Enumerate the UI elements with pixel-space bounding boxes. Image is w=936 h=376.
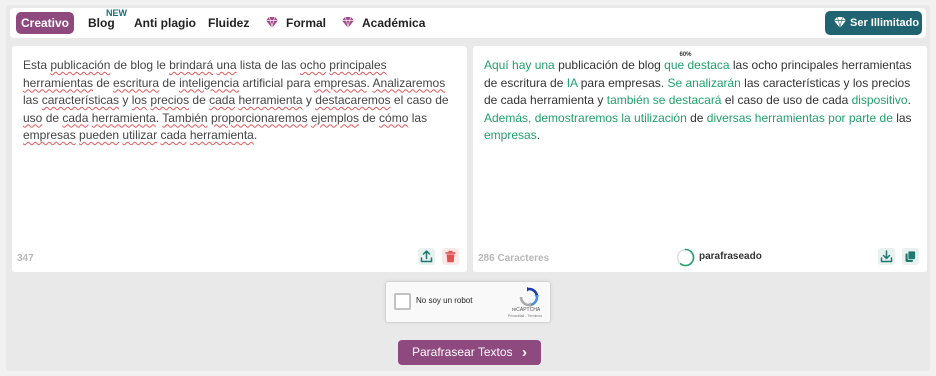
upload-icon [420, 250, 433, 263]
changed-phrase[interactable]: IA [567, 76, 578, 90]
text-segment: lista de las [236, 58, 300, 72]
flagged-word: herramienta [238, 93, 303, 107]
new-badge: NEW [106, 8, 127, 18]
diamond-icon [266, 17, 278, 28]
flagged-word: destacaremos [315, 93, 391, 107]
flagged-word: publicación [50, 58, 111, 72]
text-segment: de [93, 75, 114, 90]
flagged-word: brindará [169, 58, 214, 72]
mode-formal[interactable]: Formal [286, 12, 326, 34]
text-segment: las [408, 110, 428, 125]
paraphrase-button[interactable]: Parafrasear Textos › [398, 340, 541, 365]
changed-phrase[interactable]: Aquí hay una [484, 58, 555, 72]
progress-ring [676, 248, 695, 267]
flagged-word: escritura [113, 75, 160, 90]
changed-phrase[interactable]: Además, demostraremos la utilización [484, 111, 687, 125]
flagged-word: cada [160, 128, 187, 142]
flagged-word: inteligencia [179, 75, 240, 90]
copy-button[interactable] [902, 248, 919, 265]
input-char-count: 347 [17, 253, 34, 264]
flagged-word: proporcionaremos [210, 110, 308, 125]
flagged-word: cada [62, 110, 89, 125]
recaptcha-logo-icon [519, 287, 539, 307]
captcha-label: No soy un robot [416, 296, 473, 305]
text-segment: de [42, 110, 63, 125]
flagged-word: utilizar [122, 128, 158, 142]
text-segment: y [302, 93, 316, 107]
flagged-word: cómo [379, 110, 409, 125]
input-panel: Esta publicación de blog le brindará una… [12, 46, 467, 272]
text-segment: artificial para [239, 75, 314, 90]
flagged-word: una [216, 58, 237, 72]
flagged-word: los [131, 93, 148, 107]
flagged-word: ocho [299, 58, 326, 72]
changed-phrase[interactable]: diversas herramientas por parte de [707, 111, 893, 125]
flagged-word: empresas [23, 128, 76, 142]
text-segment: las [892, 110, 912, 125]
text-segment: el caso de [390, 93, 449, 107]
flagged-word: uso [23, 110, 43, 125]
mode-fluidez[interactable]: Fluidez [208, 12, 249, 34]
flagged-word: características [41, 93, 120, 107]
text-segment: Esta [23, 58, 51, 72]
flagged-word: empresas [313, 75, 367, 90]
input-text-area[interactable]: Esta publicación de blog le brindará una… [23, 57, 455, 145]
upload-button[interactable] [418, 248, 435, 265]
premium-label: Ser Illimitado [850, 17, 920, 29]
text-segment: de blog le [110, 58, 170, 72]
changed-phrase[interactable]: que destaca [664, 58, 729, 72]
diamond-icon [834, 17, 846, 28]
mode-academica[interactable]: Académica [362, 12, 425, 34]
mode-bar: Creativo Blog NEW Anti plagio Fluidez Fo… [10, 8, 926, 38]
text-segment: publicación de blog [554, 58, 665, 72]
flagged-word: Analizaremos [372, 75, 446, 90]
text-segment: las [23, 93, 42, 107]
text-segment: de [159, 75, 180, 90]
captcha-terms[interactable]: Privacidad - Términos [499, 314, 551, 318]
output-char-count: 286 Caracteres [478, 253, 550, 264]
changed-phrase[interactable]: empresas [484, 128, 537, 142]
diamond-icon [342, 17, 354, 28]
delete-button[interactable] [442, 248, 459, 265]
output-panel: Aquí hay una publicación de blog que des… [473, 46, 927, 272]
mode-creativo[interactable]: Creativo [16, 12, 74, 34]
chevron-right-icon: › [522, 344, 527, 361]
recaptcha-widget: No soy un robot reCAPTCHA Privacidad - T… [385, 281, 551, 323]
text-segment: el caso de uso de cada [721, 93, 852, 107]
premium-button[interactable]: Ser Illimitado [825, 11, 922, 35]
flagged-word: herramienta [189, 128, 254, 142]
text-segment: para empresas. [577, 75, 668, 90]
flagged-word: También [162, 110, 208, 125]
copy-icon [905, 250, 916, 262]
flagged-word: principales [329, 58, 387, 72]
changed-phrase[interactable]: Se analizarán [667, 76, 740, 90]
paraphrase-button-label: Parafrasear Textos [412, 345, 513, 359]
text-segment: . [536, 128, 541, 142]
flagged-word: herramienta [91, 110, 156, 125]
flagged-word: precios [150, 93, 190, 107]
text-segment: de [189, 93, 210, 107]
text-segment: . [907, 93, 911, 107]
flagged-word: herramientas [23, 75, 94, 90]
output-text-area: Aquí hay una publicación de blog que des… [484, 57, 915, 145]
progress-percent: 60% [679, 52, 692, 58]
flagged-word: cada [209, 93, 236, 107]
flagged-word: ejemplos [311, 110, 360, 125]
captcha-brand: reCAPTCHA [511, 307, 541, 313]
text-segment: de [359, 110, 380, 125]
progress-label: parafraseado [699, 251, 762, 262]
text-segment: de [686, 110, 707, 125]
mode-anti-plagio[interactable]: Anti plagio [134, 12, 196, 34]
download-icon [880, 250, 893, 263]
text-segment: . [253, 128, 258, 142]
download-button[interactable] [878, 248, 895, 265]
captcha-checkbox[interactable] [394, 293, 411, 310]
flagged-word: pueden [79, 128, 120, 142]
changed-phrase[interactable]: dispositivo [852, 93, 908, 107]
trash-icon [445, 250, 456, 263]
changed-phrase[interactable]: también se destacará [607, 93, 722, 107]
text-segment: y [119, 93, 132, 107]
